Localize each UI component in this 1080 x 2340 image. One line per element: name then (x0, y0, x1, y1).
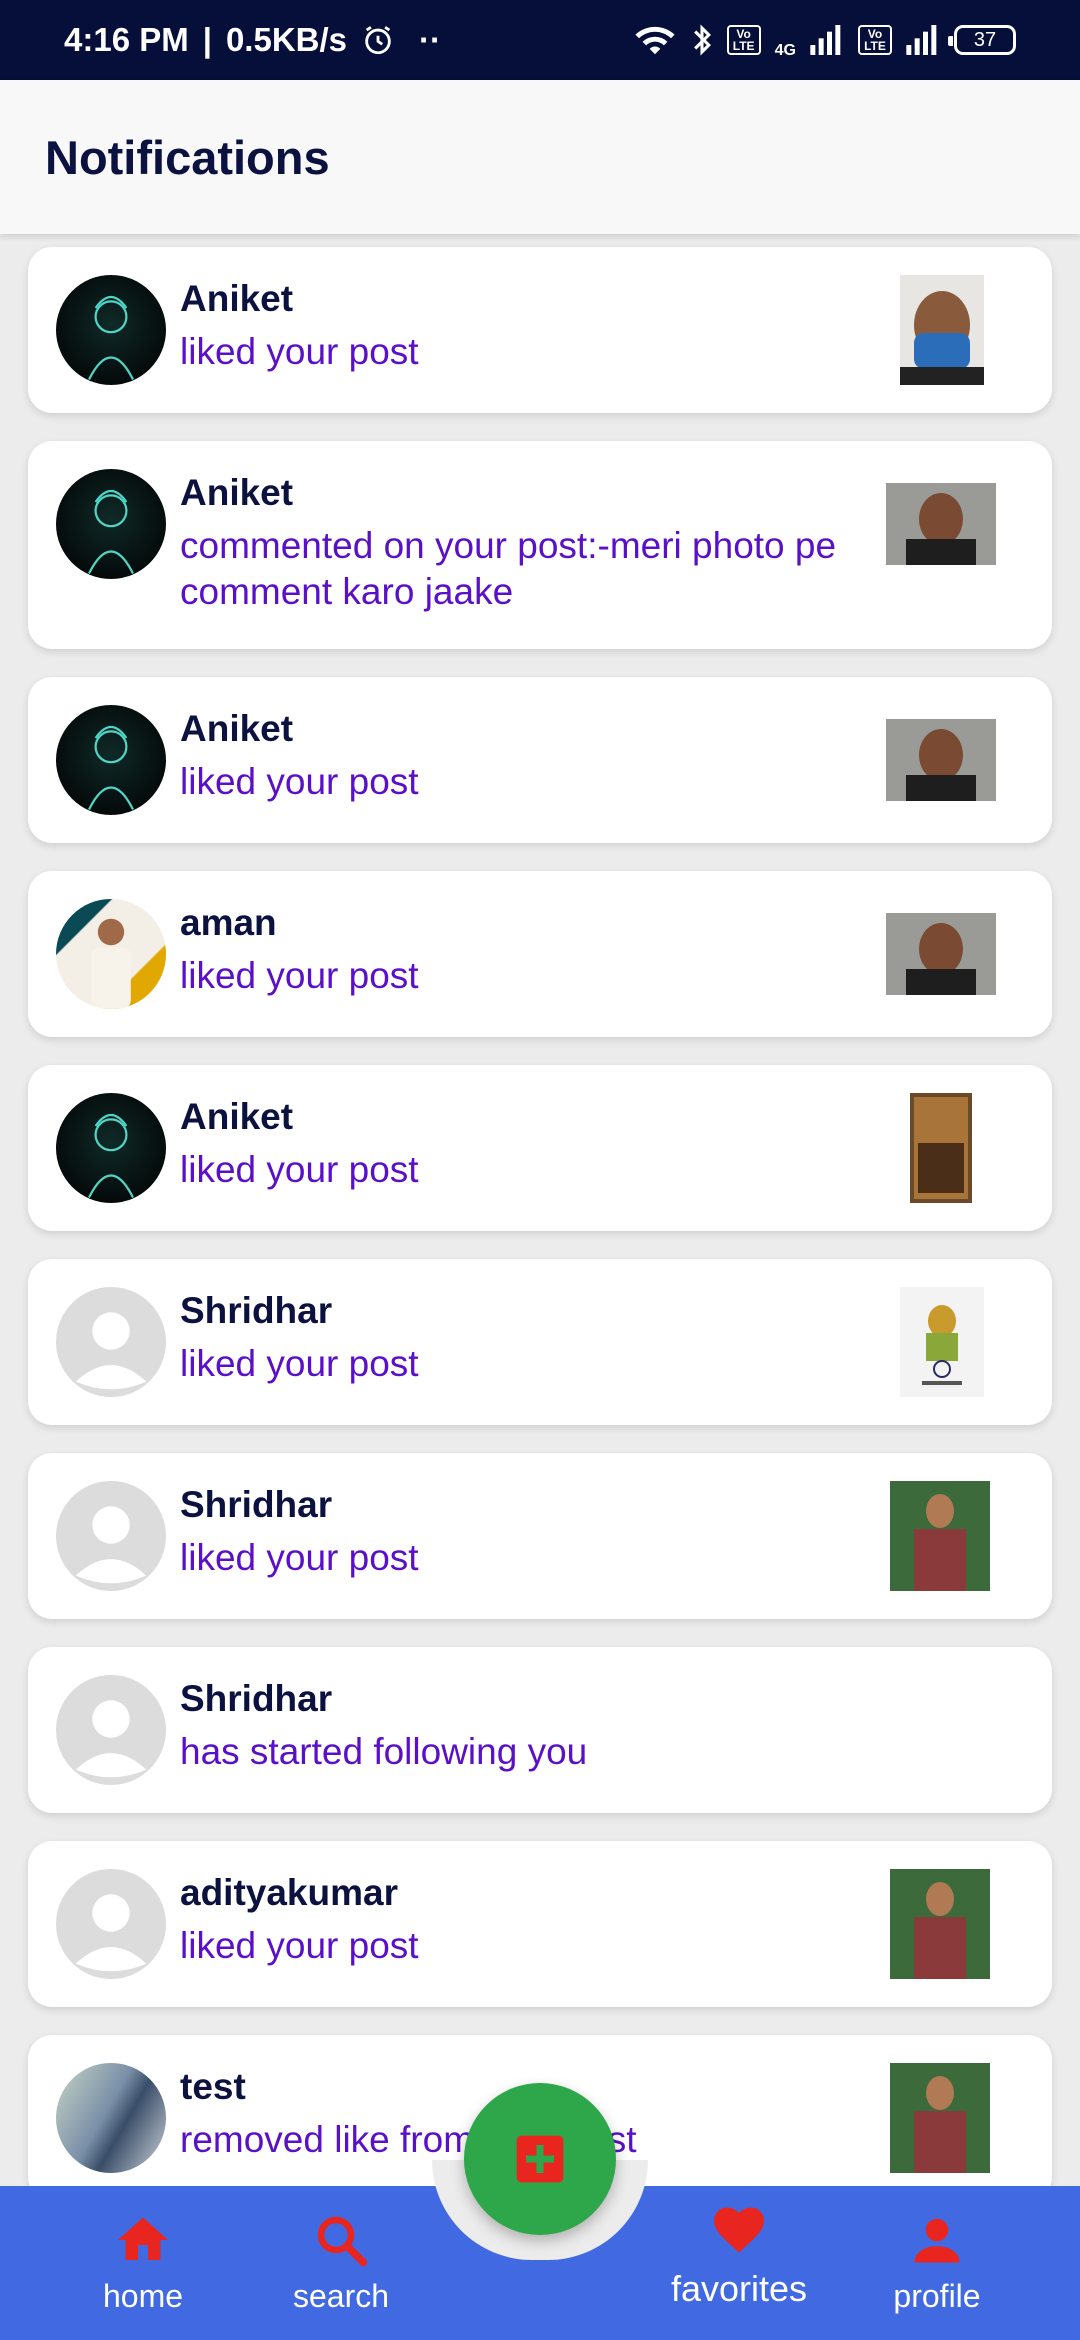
post-thumbnail[interactable] (890, 2063, 990, 2173)
user-name: Shridhar (180, 1484, 333, 1525)
post-thumbnail[interactable] (910, 1093, 972, 1203)
post-thumbnail[interactable] (886, 483, 996, 565)
signal-icon-2 (906, 25, 940, 55)
heart-icon (714, 2207, 764, 2253)
bluetooth-icon (691, 23, 713, 57)
notification-item[interactable]: Shridhar liked your post (28, 1453, 1052, 1619)
search-icon (317, 2216, 368, 2267)
post-thumbnail[interactable] (900, 275, 984, 385)
user-name: Aniket (180, 472, 294, 513)
user-name: adityakumar (180, 1872, 398, 1913)
add-box-icon (516, 2135, 564, 2183)
more-dots-icon: ·· (419, 21, 441, 58)
user-name: Aniket (180, 708, 294, 749)
volte-icon-2: Vo LTE (858, 25, 892, 55)
notification-item[interactable]: aman liked your post (28, 871, 1052, 1037)
nav-favorites[interactable]: favorites (654, 2200, 824, 2310)
default-avatar-icon[interactable] (56, 1287, 166, 1397)
user-avatar[interactable] (56, 2063, 166, 2173)
battery-level: 37 (973, 28, 997, 51)
post-thumbnail[interactable] (900, 1287, 984, 1397)
notification-text: liked your post (180, 331, 419, 372)
notification-item[interactable]: Aniket liked your post (28, 247, 1052, 413)
nav-favorites-label: favorites (670, 2268, 808, 2309)
notification-text: liked your post (180, 1149, 419, 1190)
notification-item[interactable]: Aniket liked your post (28, 1065, 1052, 1231)
home-icon (118, 2217, 168, 2260)
volte-icon: Vo LTE (726, 25, 761, 55)
user-avatar[interactable] (56, 705, 166, 815)
signal-icon (810, 25, 844, 55)
page-title: Notifications (45, 130, 330, 184)
user-name: Shridhar (180, 1678, 333, 1719)
user-name: Aniket (180, 278, 294, 319)
notification-item[interactable]: Shridhar liked your post (28, 1259, 1052, 1425)
network-type: 4G (774, 42, 796, 59)
notification-text: commented on your post:-meri photo pe co… (180, 525, 837, 612)
notification-item[interactable]: Aniket commented on your post:-meri phot… (28, 441, 1052, 649)
notification-text: has started following you (180, 1731, 588, 1772)
wifi-icon (633, 24, 677, 56)
user-avatar[interactable] (56, 469, 166, 579)
notification-text: liked your post (180, 955, 419, 996)
network-speed: 0.5KB/s (225, 21, 348, 58)
user-name: aman (180, 902, 277, 943)
add-post-button[interactable] (464, 2083, 616, 2235)
user-name: Shridhar (180, 1290, 333, 1331)
default-avatar-icon[interactable] (56, 1481, 166, 1591)
default-avatar-icon[interactable] (56, 1675, 166, 1785)
notification-list[interactable]: Aniket liked your post Aniket commented … (0, 234, 1080, 2186)
person-icon (914, 2218, 960, 2263)
alarm-icon (361, 23, 395, 57)
status-bar: 4:16 PM | 0.5KB/s ·· Vo LTE 4G Vo LTE 37 (0, 0, 1080, 80)
nav-home-label: home (102, 2278, 184, 2314)
post-thumbnail[interactable] (886, 719, 996, 801)
post-thumbnail[interactable] (890, 1869, 990, 1979)
post-thumbnail[interactable] (886, 913, 996, 995)
user-avatar[interactable] (56, 899, 166, 1009)
user-avatar[interactable] (56, 275, 166, 385)
nav-search-label: search (292, 2278, 390, 2314)
notification-text: liked your post (180, 1925, 419, 1966)
notification-text: liked your post (180, 761, 419, 802)
notification-item[interactable]: Aniket liked your post (28, 677, 1052, 843)
battery-icon: 37 (948, 25, 1016, 55)
notification-item[interactable]: Shridhar has started following you (28, 1647, 1052, 1813)
notification-text: liked your post (180, 1343, 419, 1384)
app-header: Notifications (0, 80, 1080, 234)
nav-profile[interactable]: profile (852, 2210, 1022, 2315)
nav-home[interactable]: home (58, 2210, 228, 2315)
user-avatar[interactable] (56, 1093, 166, 1203)
user-name: Aniket (180, 1096, 294, 1137)
nav-profile-label: profile (893, 2278, 981, 2314)
post-thumbnail[interactable] (890, 1481, 990, 1591)
notification-text: liked your post (180, 1537, 419, 1578)
status-time: 4:16 PM (64, 21, 189, 58)
notification-item[interactable]: adityakumar liked your post (28, 1841, 1052, 2007)
nav-search[interactable]: search (256, 2210, 426, 2315)
default-avatar-icon[interactable] (56, 1869, 166, 1979)
